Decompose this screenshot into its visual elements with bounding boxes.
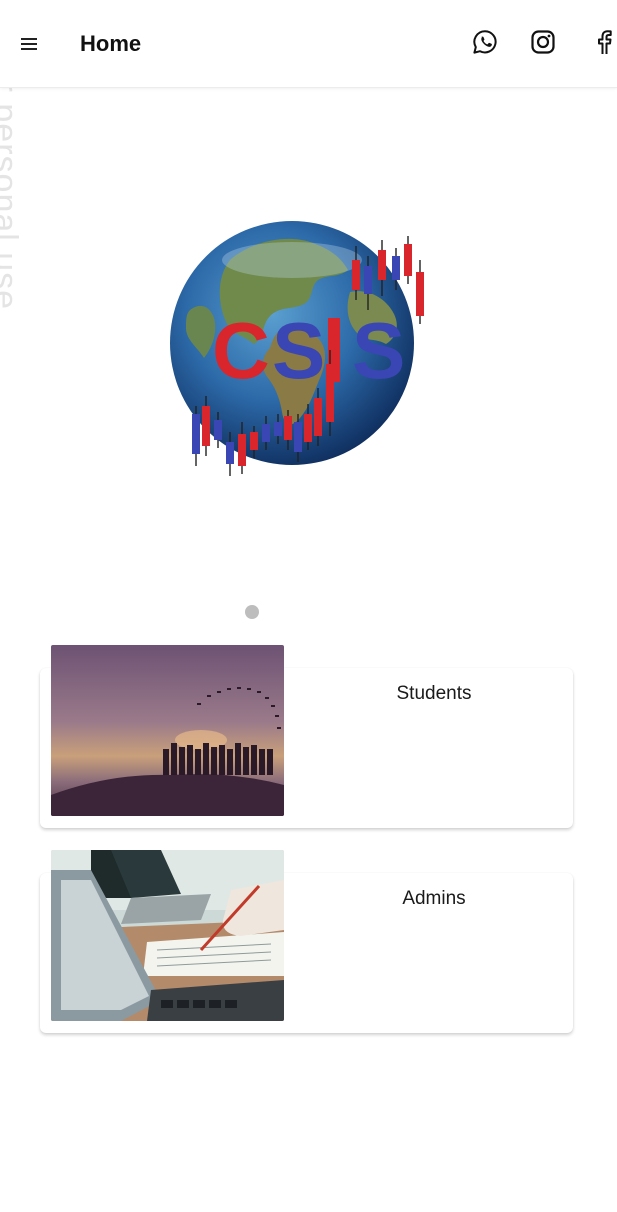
- facebook-button[interactable]: [590, 28, 617, 56]
- admins-label: Admins: [402, 888, 466, 909]
- csis-logo: C S S: [160, 200, 445, 490]
- students-image: [51, 645, 284, 816]
- carousel-indicator-dot[interactable]: [245, 605, 259, 619]
- facebook-icon: [598, 30, 612, 54]
- admins-card[interactable]: Admins: [40, 850, 573, 1033]
- whatsapp-button[interactable]: [471, 28, 499, 56]
- logo-letter-c: C: [212, 306, 270, 395]
- page-title: Home: [80, 31, 142, 56]
- home-screen: ee for personal use Home: [0, 0, 617, 1212]
- app-bar: Home: [0, 0, 617, 88]
- instagram-button[interactable]: [529, 28, 557, 56]
- menu-button[interactable]: [18, 33, 40, 55]
- students-card[interactable]: Students: [40, 645, 573, 828]
- admins-image: [51, 850, 284, 1021]
- hamburger-menu-icon: [21, 38, 37, 50]
- students-label: Students: [396, 683, 472, 704]
- logo-letter-s1: S: [272, 306, 325, 395]
- instagram-icon: [531, 30, 555, 54]
- carousel[interactable]: C S S: [0, 92, 617, 592]
- logo-letter-s2: S: [352, 306, 405, 395]
- whatsapp-icon: [473, 30, 497, 54]
